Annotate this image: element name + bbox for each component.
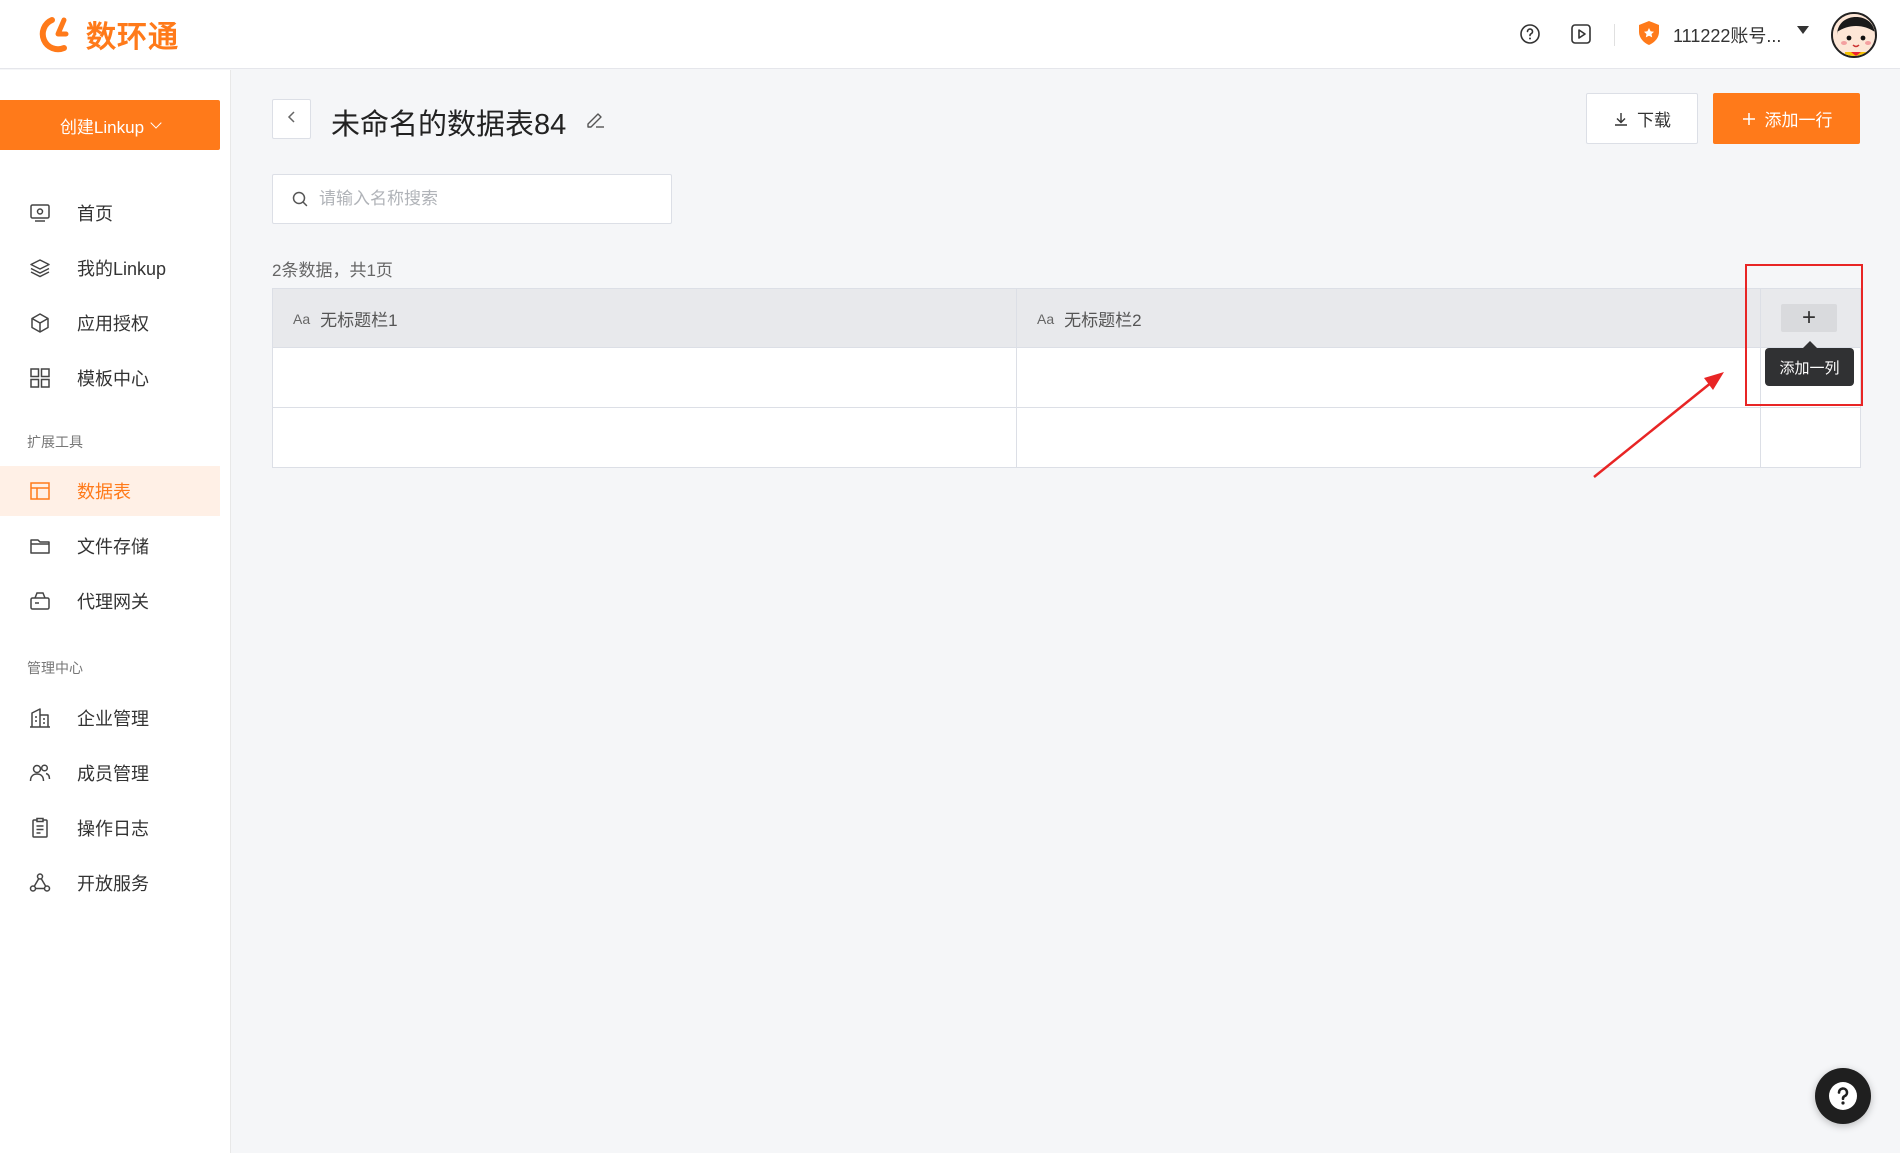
table-cell[interactable] xyxy=(1017,349,1760,407)
edit-title-icon[interactable] xyxy=(584,108,606,130)
create-linkup-button[interactable]: 创建Linkup xyxy=(0,100,220,150)
layers-icon xyxy=(28,256,52,280)
sidebar-item-enterprise[interactable]: 企业管理 xyxy=(0,693,220,743)
annotation-arrow xyxy=(1593,372,1724,478)
monitor-icon xyxy=(28,201,52,225)
data-table: Aa 无标题栏1 Aa 无标题栏2 + xyxy=(272,288,1861,468)
avatar[interactable] xyxy=(1831,12,1877,58)
annotation-highlight-box xyxy=(1745,264,1863,406)
search-box[interactable] xyxy=(272,174,672,224)
sidebar-item-home[interactable]: 首页 xyxy=(0,188,220,238)
account-name: 111222账号... xyxy=(1673,26,1782,46)
sidebar: 创建Linkup 首页 我的Linkup 应用授权 模板中心 扩展工具 数据表 xyxy=(0,70,231,1153)
folder-icon xyxy=(28,534,52,558)
logo-mark-icon xyxy=(38,14,78,54)
table-cell[interactable] xyxy=(273,408,1016,467)
table-cell[interactable] xyxy=(273,349,1016,407)
table-row xyxy=(273,349,1860,407)
sidebar-item-label: 应用授权 xyxy=(77,314,149,334)
text-type-icon: Aa xyxy=(1037,310,1055,327)
chevron-left-icon xyxy=(285,110,299,129)
share-nodes-icon xyxy=(28,871,52,895)
table-header: Aa 无标题栏1 Aa 无标题栏2 + xyxy=(273,289,1860,348)
gateway-icon xyxy=(28,589,52,613)
building-icon xyxy=(28,706,52,730)
sidebar-item-app-auth[interactable]: 应用授权 xyxy=(0,298,220,348)
sidebar-item-my-linkup[interactable]: 我的Linkup xyxy=(0,243,220,293)
sidebar-item-label: 数据表 xyxy=(77,482,131,502)
sidebar-item-templates[interactable]: 模板中心 xyxy=(0,353,220,403)
sidebar-item-label: 首页 xyxy=(77,204,113,224)
sidebar-item-label: 模板中心 xyxy=(77,369,149,389)
page-title: 未命名的数据表84 xyxy=(331,109,567,141)
back-button[interactable] xyxy=(272,99,311,139)
download-label: 下载 xyxy=(1637,111,1671,130)
sidebar-item-members[interactable]: 成员管理 xyxy=(0,748,220,798)
top-bar: 数环通 111222账号... xyxy=(0,0,1900,69)
column-name: 无标题栏1 xyxy=(320,311,398,330)
table-row xyxy=(273,408,1860,467)
create-linkup-label: 创建Linkup xyxy=(59,117,145,137)
sidebar-item-label: 代理网关 xyxy=(77,592,149,612)
section-title-admin: 管理中心 xyxy=(27,660,83,676)
clipboard-icon xyxy=(28,816,52,840)
grid-icon xyxy=(28,366,52,390)
sidebar-item-label: 成员管理 xyxy=(77,764,149,784)
sidebar-item-label: 文件存储 xyxy=(77,537,149,557)
column-header-2[interactable]: Aa 无标题栏2 xyxy=(1017,289,1760,348)
help-icon[interactable] xyxy=(1518,22,1542,46)
help-float-button[interactable] xyxy=(1815,1068,1871,1124)
sidebar-item-label: 操作日志 xyxy=(77,819,149,839)
column-name: 无标题栏2 xyxy=(1064,311,1142,330)
question-icon xyxy=(1826,1079,1860,1113)
table-icon xyxy=(28,479,52,503)
search-input[interactable] xyxy=(319,189,649,209)
shield-star-icon xyxy=(1637,20,1661,51)
logo[interactable]: 数环通 xyxy=(38,12,179,56)
sidebar-item-open-service[interactable]: 开放服务 xyxy=(0,858,220,908)
plus-icon xyxy=(1741,111,1757,127)
users-icon xyxy=(28,761,52,785)
download-icon xyxy=(1613,111,1629,127)
download-button[interactable]: 下载 xyxy=(1586,93,1698,144)
add-row-label: 添加一行 xyxy=(1764,111,1833,130)
top-divider xyxy=(1614,24,1615,46)
caret-down-icon[interactable] xyxy=(1797,26,1809,34)
search-icon xyxy=(291,190,309,208)
sidebar-item-datatable[interactable]: 数据表 xyxy=(0,466,220,516)
sidebar-item-label: 企业管理 xyxy=(77,709,149,729)
column-header-1[interactable]: Aa 无标题栏1 xyxy=(273,289,1016,348)
chevron-down-icon xyxy=(150,116,162,129)
table-cell[interactable] xyxy=(1017,408,1760,467)
sidebar-item-operation-log[interactable]: 操作日志 xyxy=(0,803,220,853)
sidebar-item-proxy-gateway[interactable]: 代理网关 xyxy=(0,576,220,626)
account-menu[interactable]: 111222账号... xyxy=(1637,20,1791,50)
video-tutorial-icon[interactable] xyxy=(1569,22,1593,46)
add-row-button[interactable]: 添加一行 xyxy=(1713,93,1860,144)
cube-icon xyxy=(28,311,52,335)
section-title-extensions: 扩展工具 xyxy=(27,434,83,450)
sidebar-item-file-storage[interactable]: 文件存储 xyxy=(0,521,220,571)
text-type-icon: Aa xyxy=(293,310,311,327)
sidebar-item-label: 开放服务 xyxy=(77,874,149,894)
sidebar-item-label: 我的Linkup xyxy=(77,259,167,279)
logo-text: 数环通 xyxy=(86,21,179,54)
record-count: 2条数据，共1页 xyxy=(272,261,393,280)
